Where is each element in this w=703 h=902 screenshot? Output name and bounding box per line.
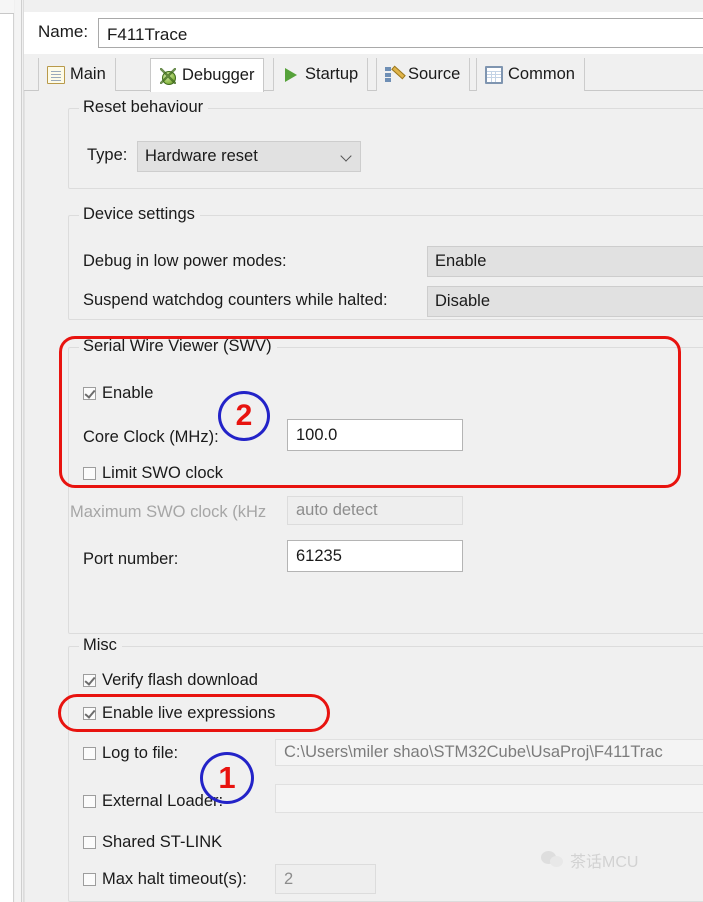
log-to-file-checkbox[interactable]: Log to file: bbox=[83, 744, 178, 763]
debug-low-power-combo[interactable]: Enable bbox=[427, 246, 703, 277]
max-swo-clock-label: Maximum SWO clock (kHz bbox=[70, 503, 267, 521]
tab-common[interactable]: Common bbox=[476, 58, 585, 91]
enable-live-expressions-checkbox[interactable]: Enable live expressions bbox=[83, 704, 275, 723]
watermark: 茶话MCU bbox=[541, 848, 638, 872]
external-loader-input[interactable] bbox=[275, 784, 703, 813]
reset-type-value: Hardware reset bbox=[145, 147, 258, 165]
checkbox-box bbox=[83, 467, 96, 480]
bug-icon bbox=[159, 67, 177, 85]
max-halt-timeout-label: Max halt timeout(s): bbox=[102, 870, 247, 888]
external-loader-label: External Loader: bbox=[102, 792, 224, 810]
max-halt-timeout-value: 2 bbox=[284, 869, 294, 888]
debug-low-power-label: Debug in low power modes: bbox=[83, 252, 287, 270]
verify-flash-download-checkbox[interactable]: Verify flash download bbox=[83, 671, 258, 690]
suspend-watchdog-value: Disable bbox=[435, 292, 491, 310]
wechat-icon bbox=[541, 851, 565, 869]
max-swo-clock-input: auto detect bbox=[287, 496, 463, 525]
table-icon bbox=[485, 65, 503, 84]
configuration-name-label: Name: bbox=[38, 22, 89, 41]
core-clock-label: Core Clock (MHz): bbox=[83, 428, 219, 446]
tab-debugger[interactable]: Debugger bbox=[150, 58, 265, 92]
annotation-badge-1-text: 1 bbox=[218, 760, 236, 795]
checkbox-box bbox=[83, 873, 96, 886]
limit-swo-checkbox[interactable]: Limit SWO clock bbox=[83, 464, 223, 483]
tab-source[interactable]: Source bbox=[376, 58, 471, 91]
reset-behaviour-legend: Reset behaviour bbox=[79, 98, 209, 117]
misc-legend: Misc bbox=[79, 636, 122, 655]
configuration-name-input[interactable] bbox=[98, 18, 703, 48]
suspend-watchdog-combo[interactable]: Disable bbox=[427, 286, 703, 317]
window-left-edge bbox=[0, 0, 14, 902]
port-number-input[interactable]: 61235 bbox=[287, 540, 463, 572]
chevron-down-icon bbox=[340, 149, 352, 162]
max-halt-timeout-input: 2 bbox=[275, 864, 376, 894]
limit-swo-label: Limit SWO clock bbox=[102, 464, 224, 482]
annotation-badge-2-text: 2 bbox=[235, 399, 253, 432]
swv-group: Serial Wire Viewer (SWV) bbox=[68, 337, 703, 634]
launch-configuration-dialog: Name: Main Debugger Startup Source bbox=[23, 0, 703, 902]
max-halt-timeout-checkbox[interactable]: Max halt timeout(s): bbox=[83, 870, 247, 889]
checkbox-box bbox=[83, 747, 96, 760]
tab-main[interactable]: Main bbox=[38, 58, 116, 91]
port-number-label: Port number: bbox=[83, 550, 179, 568]
max-swo-clock-value: auto detect bbox=[296, 501, 378, 519]
enable-live-expressions-label: Enable live expressions bbox=[102, 704, 276, 722]
external-loader-checkbox[interactable]: External Loader: bbox=[83, 792, 223, 811]
configuration-tabs: Main Debugger Startup Source Common bbox=[24, 58, 703, 92]
document-icon bbox=[47, 65, 65, 84]
window-left-edge-inner bbox=[15, 0, 22, 902]
suspend-watchdog-label: Suspend watchdog counters while halted: bbox=[83, 291, 388, 309]
checkbox-box bbox=[83, 795, 96, 808]
debug-low-power-value: Enable bbox=[435, 252, 487, 270]
checkbox-box bbox=[83, 674, 96, 687]
shared-stlink-checkbox[interactable]: Shared ST-LINK bbox=[83, 833, 222, 852]
reset-type-label: Type: bbox=[87, 146, 128, 164]
screenshot-root: Name: Main Debugger Startup Source bbox=[0, 0, 703, 902]
core-clock-input[interactable]: 100.0 bbox=[287, 419, 463, 451]
swv-enable-label: Enable bbox=[102, 384, 154, 402]
log-to-file-input[interactable]: C:\Users\miler shao\STM32Cube\UsaProj\F4… bbox=[275, 739, 703, 766]
log-to-file-value: C:\Users\miler shao\STM32Cube\UsaProj\F4… bbox=[284, 743, 663, 761]
tab-startup-label: Startup bbox=[305, 65, 359, 83]
port-number-value: 61235 bbox=[296, 546, 342, 565]
configuration-name-row: Name: bbox=[24, 12, 703, 54]
debugger-tab-panel: Reset behaviour Type: Hardware reset Dev… bbox=[24, 91, 703, 902]
tab-startup[interactable]: Startup bbox=[273, 58, 369, 91]
tab-main-label: Main bbox=[70, 65, 106, 83]
device-settings-legend: Device settings bbox=[79, 205, 200, 224]
reset-type-combo[interactable]: Hardware reset bbox=[137, 141, 361, 172]
window-tab-stub bbox=[0, 0, 14, 14]
tab-common-label: Common bbox=[508, 65, 575, 83]
swv-legend: Serial Wire Viewer (SWV) bbox=[79, 337, 277, 356]
shared-stlink-label: Shared ST-LINK bbox=[102, 833, 223, 851]
tab-source-label: Source bbox=[408, 65, 461, 83]
play-icon bbox=[282, 66, 300, 84]
annotation-badge-2: 2 bbox=[218, 391, 270, 441]
log-to-file-label: Log to file: bbox=[102, 744, 179, 762]
source-edit-icon bbox=[385, 66, 403, 84]
verify-flash-download-label: Verify flash download bbox=[102, 671, 258, 689]
annotation-badge-1: 1 bbox=[200, 752, 254, 804]
checkbox-box bbox=[83, 707, 96, 720]
tab-debugger-label: Debugger bbox=[182, 66, 255, 84]
watermark-text: 茶话MCU bbox=[570, 854, 639, 871]
checkbox-box bbox=[83, 836, 96, 849]
swv-enable-checkbox[interactable]: Enable bbox=[83, 384, 153, 403]
checkbox-box bbox=[83, 387, 96, 400]
core-clock-value: 100.0 bbox=[296, 425, 338, 444]
